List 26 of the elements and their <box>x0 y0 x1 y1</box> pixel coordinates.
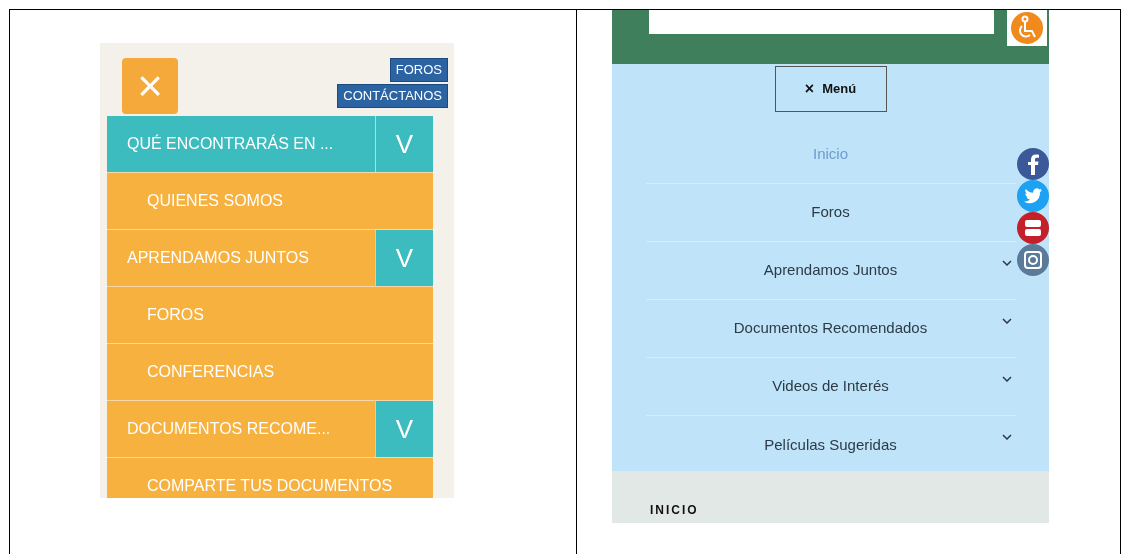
chevron-down-icon[interactable] <box>1001 318 1012 324</box>
menu-item[interactable]: FOROS <box>107 287 433 343</box>
menu-item[interactable]: QUÉ ENCONTRARÁS EN ... <box>107 116 375 172</box>
expand-toggle[interactable]: V <box>375 401 433 457</box>
menu-item[interactable]: Foros <box>811 201 850 224</box>
menu-item[interactable]: CONFERENCIAS <box>107 344 433 400</box>
menu-item[interactable]: Videos de Interés <box>772 375 889 398</box>
menu-item[interactable]: COMPARTE TUS DOCUMENTOS <box>107 458 433 498</box>
menu-item[interactable]: Inicio <box>813 143 848 166</box>
menu-item[interactable]: DOCUMENTOS RECOME... <box>107 401 375 457</box>
expand-toggle[interactable]: V <box>375 116 433 172</box>
nav-link[interactable]: FOROS <box>389 58 448 82</box>
section-heading: INICIO <box>650 502 699 519</box>
nav-link[interactable]: CONTÁCTANOS <box>337 84 448 108</box>
chevron-down-icon[interactable] <box>1001 434 1012 440</box>
close-icon: × <box>804 77 815 101</box>
menu-item[interactable]: Documentos Recomendados <box>733 317 928 340</box>
chevron-down-icon[interactable] <box>1001 260 1012 266</box>
menu-item[interactable]: APRENDAMOS JUNTOS <box>107 230 375 286</box>
chevron-down-icon[interactable] <box>1001 376 1012 382</box>
expand-toggle[interactable]: V <box>375 230 433 286</box>
menu-item[interactable]: Películas Sugeridas <box>764 433 897 457</box>
menu-button[interactable]: × Menú <box>774 66 887 112</box>
menu-item[interactable]: QUIENES SOMOS <box>107 173 433 229</box>
menu-item[interactable]: Aprendamos Juntos <box>763 259 898 282</box>
close-button[interactable]: × <box>122 58 178 114</box>
